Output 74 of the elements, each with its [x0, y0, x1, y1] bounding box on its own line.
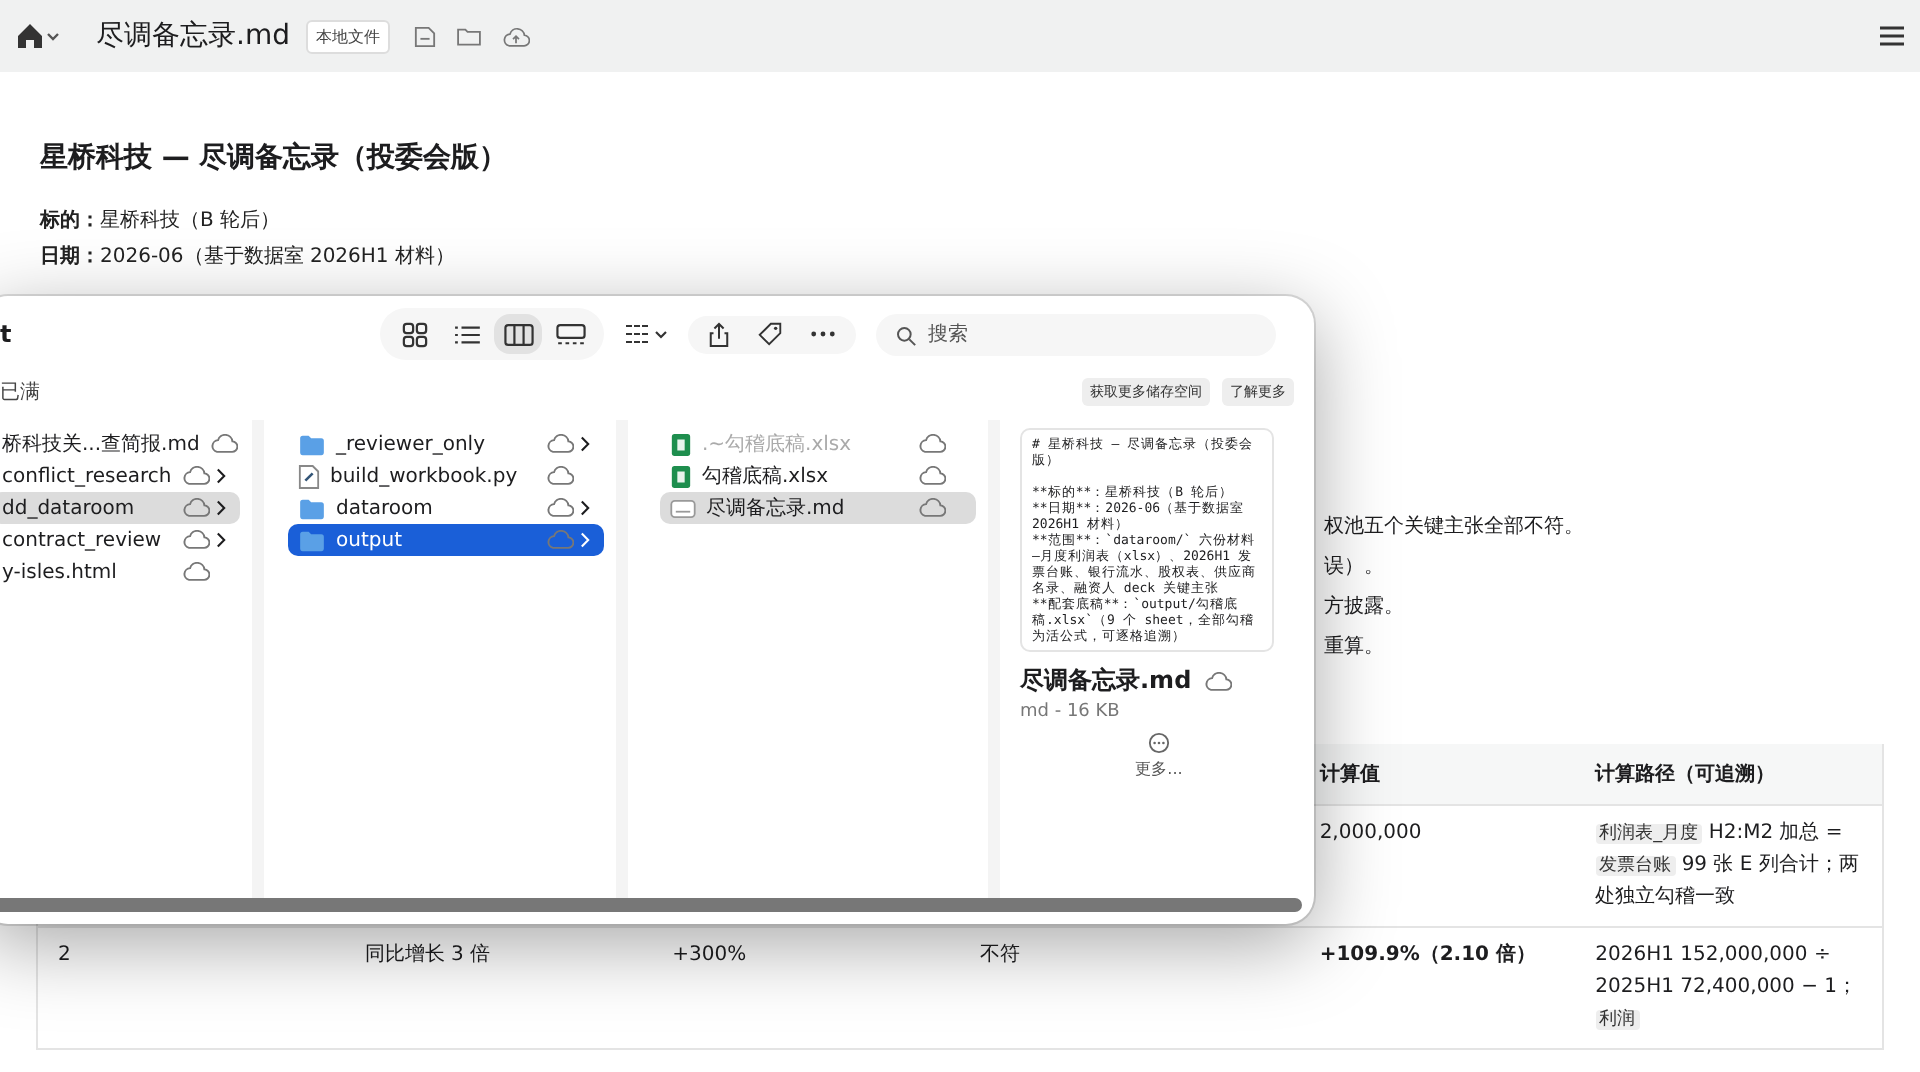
document-icon[interactable] — [413, 25, 436, 47]
home-icon[interactable] — [16, 22, 60, 50]
cloud-icon — [182, 562, 210, 582]
ellipsis-circle-icon — [1147, 732, 1170, 754]
table-cell: 同比增长 3 倍 — [364, 944, 491, 966]
folder-icon — [298, 497, 326, 519]
more-button[interactable]: 更多... — [1123, 730, 1195, 782]
search-field[interactable]: 搜索 — [876, 313, 1276, 355]
spreadsheet-file-icon — [670, 463, 692, 489]
grid-icon — [401, 321, 427, 347]
cloud-icon — [209, 434, 238, 454]
window-title: t — [0, 320, 14, 348]
menu-icon[interactable] — [1880, 26, 1904, 46]
share-icon[interactable] — [708, 321, 730, 347]
cloud-upload-icon[interactable] — [501, 25, 530, 47]
table-cell: 2,000,000 — [1319, 822, 1422, 844]
chevron-icon — [580, 436, 590, 452]
columns-icon — [503, 323, 533, 345]
table-cell: 不符 — [979, 944, 1020, 966]
preview-file-name: 尽调备忘录.md — [1020, 664, 1192, 698]
search-icon — [896, 325, 916, 345]
group-by-icon[interactable] — [624, 322, 668, 346]
metadata-line: 日期：2026-06（基于数据室 2026H1 材料） — [40, 243, 457, 272]
column-header: 计算值 — [1319, 764, 1380, 786]
memo-text: 重算。 — [1324, 633, 1386, 662]
local-file-badge: 本地文件 — [305, 19, 390, 53]
file-list-item[interactable]: dataroom — [288, 492, 604, 524]
table-cell: 2 — [58, 944, 71, 966]
file-list-item[interactable]: y-isles.html — [0, 556, 240, 588]
tag-icon[interactable] — [758, 322, 782, 346]
cloud-icon — [182, 498, 210, 518]
script-file-icon — [298, 463, 320, 489]
cloud-icon — [182, 466, 210, 486]
file-list-item[interactable]: 尽调备忘录.md — [660, 492, 976, 524]
cloud-icon — [182, 530, 210, 550]
cloud-icon — [918, 498, 946, 518]
table-cell: +300% — [672, 944, 747, 966]
cloud-icon — [546, 530, 574, 550]
table-cell: +109.9%（2.10 倍） — [1319, 944, 1536, 966]
metadata-line: 标的：星桥科技（B 轮后） — [40, 207, 283, 236]
file-list-item[interactable]: build_workbook.py — [288, 460, 604, 492]
list-icon — [453, 323, 479, 345]
file-list-item[interactable]: output — [288, 524, 604, 556]
memo-text: 权池五个关键主张全部不符。 — [1324, 513, 1586, 542]
cloud-icon — [546, 434, 574, 454]
more-icon[interactable] — [810, 330, 836, 338]
memo-text: 方披露。 — [1324, 593, 1406, 622]
file-list-item[interactable]: _reviewer_only — [288, 428, 604, 460]
file-list-item[interactable]: dd_dataroom — [0, 492, 240, 524]
cloud-icon — [1203, 671, 1232, 691]
gallery-icon — [555, 323, 585, 345]
file-list-item[interactable]: 勾稽底稿.xlsx — [660, 460, 976, 492]
cloud-icon — [918, 434, 946, 454]
folder-icon — [298, 529, 326, 551]
cloud-icon — [918, 466, 946, 486]
file-list-item[interactable]: 桥科技关...查简报.md — [0, 428, 240, 460]
cloud-icon — [546, 466, 574, 486]
file-list-item[interactable]: conflict_research — [0, 460, 240, 492]
scrollbar[interactable] — [0, 898, 1302, 912]
folder-icon — [298, 433, 326, 455]
spreadsheet-file-icon — [670, 431, 692, 457]
file-title: 尽调备忘录.md — [96, 18, 290, 54]
document-title: 星桥科技 — 尽调备忘录（投委会版） — [40, 140, 510, 176]
folder-icon[interactable] — [455, 26, 482, 46]
calculation-path: 利润表_月度 H2:M2 加总 = 发票台账 99 张 E 列合计；两处独立勾稽一致 — [1595, 819, 1861, 912]
memo-text: 误）。 — [1324, 554, 1386, 582]
calculation-path: 2026H1 152,000,000 ÷ 2025H1 72,400,000 − 1； 利润 — [1595, 942, 1860, 1034]
storage-notice: 已满 — [0, 379, 40, 406]
document-file-icon — [670, 499, 696, 517]
cloud-icon — [546, 498, 574, 518]
file-list-item[interactable]: contract_review — [0, 524, 240, 556]
column-header: 计算路径（可追溯） — [1595, 764, 1776, 786]
preview-file-info: md - 16 KB — [1020, 702, 1122, 722]
column-view-button[interactable] — [494, 314, 542, 354]
